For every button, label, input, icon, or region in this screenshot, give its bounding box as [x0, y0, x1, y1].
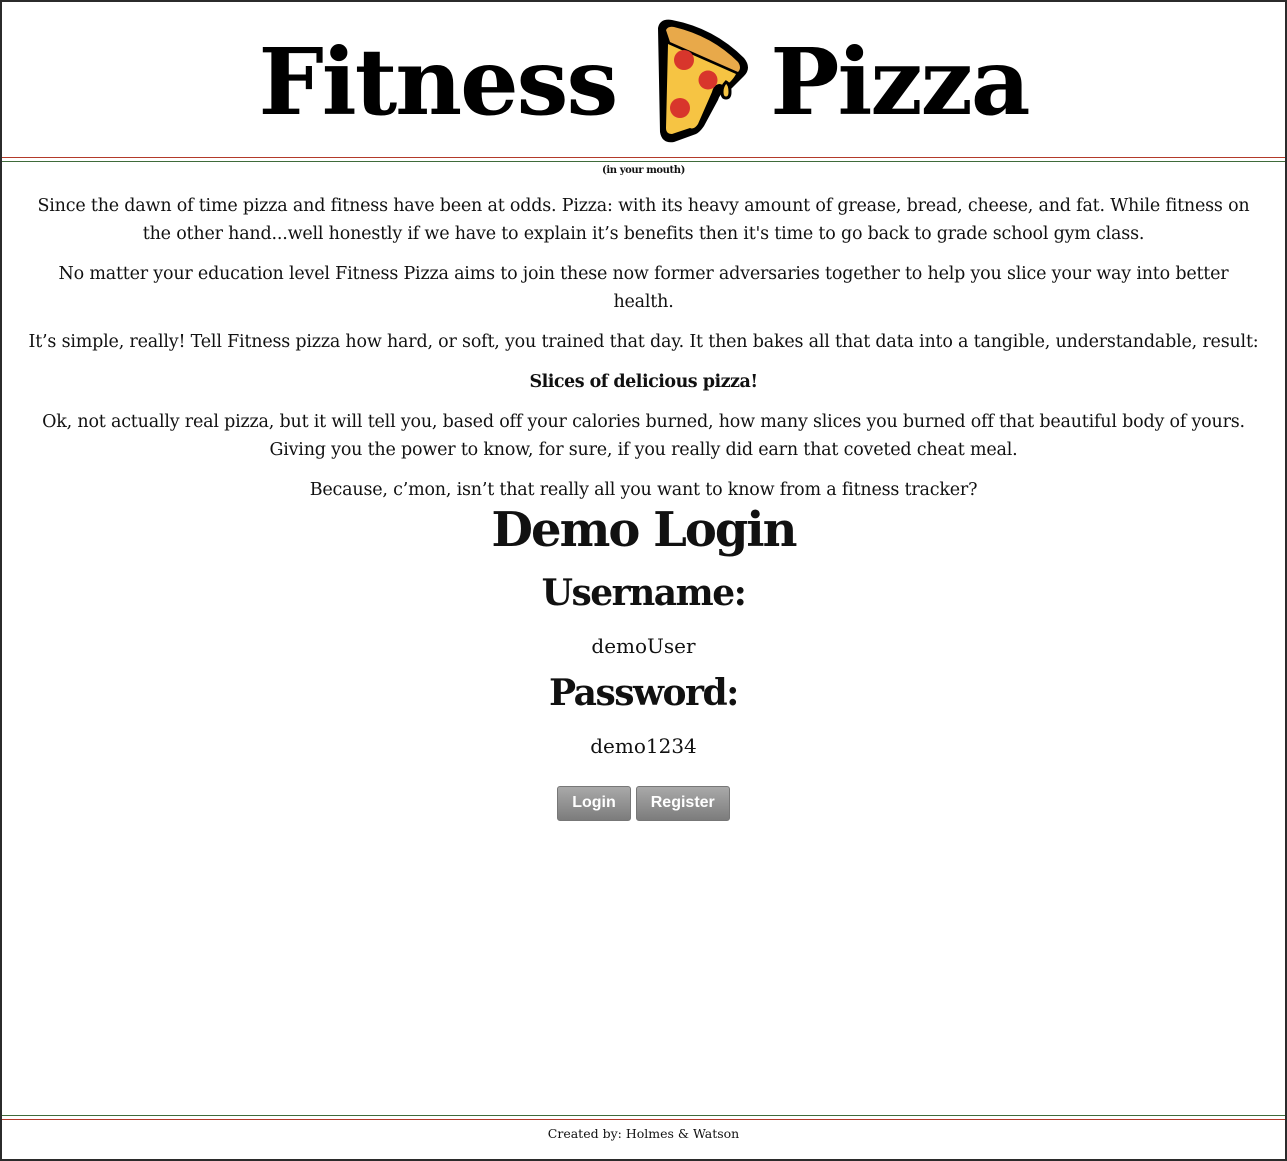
brand-logo-lockup: Fitness Pizza — [2, 19, 1285, 144]
intro-section: Since the dawn of time pizza and fitness… — [28, 192, 1259, 516]
intro-paragraph-3: It’s simple, really! Tell Fitness pizza … — [28, 332, 1259, 352]
intro-paragraph-6: Because, c’mon, isn’t that really all yo… — [309, 480, 978, 500]
username-value: demoUser — [591, 634, 696, 658]
page-frame: Fitness Pizza (in your mouth) Since the … — [0, 0, 1287, 1161]
demo-login-section: Demo Login Username: demoUser Password: … — [2, 502, 1285, 821]
footer-credits: Created by: Holmes & Watson — [547, 1126, 740, 1141]
intro-paragraph-2: No matter your education level Fitness P… — [58, 264, 1229, 312]
site-header: Fitness Pizza — [2, 2, 1285, 162]
intro-paragraph-1: Since the dawn of time pizza and fitness… — [37, 196, 1250, 244]
register-button[interactable]: Register — [635, 786, 730, 821]
footer-divider — [2, 1115, 1285, 1120]
intro-highlight: Slices of delicious pizza! — [529, 372, 758, 392]
header-divider — [2, 157, 1285, 162]
login-button[interactable]: Login — [557, 786, 631, 821]
brand-title-left: Fitness — [258, 28, 618, 136]
brand-title-right: Pizza — [770, 28, 1030, 136]
tagline: (in your mouth) — [602, 165, 685, 176]
username-label: Username: — [541, 572, 747, 614]
password-value: demo1234 — [590, 734, 697, 758]
demo-login-heading: Demo Login — [491, 502, 797, 558]
login-actions: Login Register — [2, 786, 1285, 821]
intro-paragraph-5: Ok, not actually real pizza, but it will… — [42, 412, 1245, 460]
password-label: Password: — [549, 672, 739, 714]
pizza-slice-icon — [658, 19, 749, 143]
